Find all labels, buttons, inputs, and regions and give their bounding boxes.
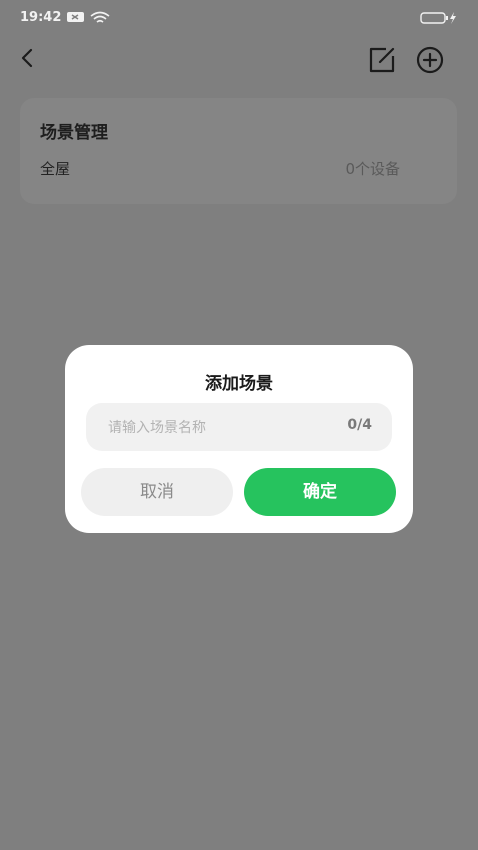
add-circle-icon[interactable] [414, 44, 446, 76]
top-bar [0, 34, 478, 82]
card-title: 场景管理 [40, 123, 108, 143]
confirm-button[interactable]: 确定 [244, 468, 396, 516]
edit-icon[interactable] [366, 44, 398, 76]
notification-icon [67, 12, 84, 22]
wifi-icon [90, 11, 110, 23]
input-placeholder: 请输入场景名称 [108, 420, 206, 436]
device-count: 0个设备 [345, 160, 400, 178]
status-time: 19:42 [20, 10, 62, 25]
room-name: 全屋 [40, 160, 71, 178]
battery-icon [420, 12, 456, 24]
dialog-title: 添加场景 [205, 374, 273, 394]
add-scene-dialog: 添加场景 请输入场景名称 0/4 取消 确定 [65, 345, 413, 533]
scene-name-input[interactable]: 请输入场景名称 0/4 [86, 403, 392, 451]
char-counter: 0/4 [347, 417, 372, 433]
room-row[interactable]: 全屋 0个设备 [40, 158, 400, 178]
back-arrow-icon[interactable] [14, 44, 42, 72]
cancel-button[interactable]: 取消 [81, 468, 233, 516]
scene-management-card: 场景管理 全屋 0个设备 [20, 98, 457, 204]
status-bar: 19:42 [0, 0, 478, 34]
